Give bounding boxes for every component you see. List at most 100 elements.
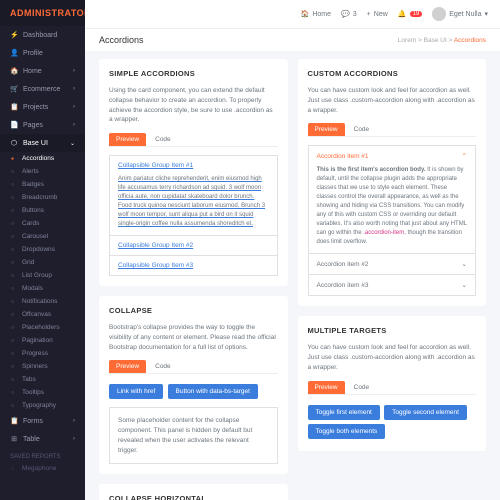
- brand-logo: ADMINISTRATOR: [0, 0, 85, 26]
- topbar-new[interactable]: +New: [367, 11, 388, 18]
- sub-breadcrumb[interactable]: Breadcrumb: [0, 191, 85, 204]
- nav-icon: 👤: [10, 49, 18, 57]
- nav-label: Base UI: [23, 140, 48, 147]
- sub-grid[interactable]: Grid: [0, 256, 85, 269]
- home-icon: 🏠: [301, 10, 310, 18]
- chevron-down-icon: ▾: [484, 10, 488, 18]
- toggle-first-button[interactable]: Toggle first element: [308, 405, 380, 420]
- card-desc: Using the card component, you can extend…: [109, 86, 278, 125]
- sub-modals[interactable]: Modals: [0, 282, 85, 295]
- sub-buttons[interactable]: Buttons: [0, 204, 85, 217]
- accordion-item-3[interactable]: Collapsible Group Item #3: [109, 255, 278, 276]
- nav-icon: ⊞: [10, 435, 18, 443]
- saved-reports-header: SAVED REPORTS: [0, 448, 85, 462]
- nav-dashboard[interactable]: ⚡Dashboard: [0, 26, 85, 44]
- topbar-chat[interactable]: 💬3: [341, 10, 357, 18]
- tab-code[interactable]: Code: [347, 381, 377, 394]
- tab-preview[interactable]: Preview: [109, 133, 146, 146]
- accordion-item-2[interactable]: Collapsible Group Item #2: [109, 235, 278, 255]
- card-custom-accordions: CUSTOM ACCORDIONS You can have custom lo…: [298, 59, 487, 306]
- chevron-down-icon: ⌄: [462, 260, 467, 268]
- sub-list-group[interactable]: List Group: [0, 269, 85, 282]
- nav-pages[interactable]: 📄Pages›: [0, 116, 85, 134]
- card-desc: Bootstrap's collapse provides the way to…: [109, 323, 278, 352]
- accordion-body: This is the first item's accordion body.…: [317, 160, 468, 247]
- custom-accordion-item-1[interactable]: Accordion item #1⌃ This is the first ite…: [308, 145, 477, 253]
- card-desc: You can have custom look and feel for ac…: [308, 343, 477, 372]
- sub-badges[interactable]: Badges: [0, 178, 85, 191]
- topbar-home[interactable]: 🏠Home: [301, 10, 331, 18]
- card-title: SIMPLE ACCORDIONS: [109, 69, 278, 78]
- crumb[interactable]: Lorem: [398, 37, 416, 44]
- base-ui-icon: ⬡: [10, 139, 18, 147]
- sub-dropdowns[interactable]: Dropdowns: [0, 243, 85, 256]
- nav-forms[interactable]: 📋Forms›: [0, 412, 85, 430]
- tab-preview[interactable]: Preview: [109, 360, 146, 373]
- card-title: COLLAPSE HORIZONTAL: [109, 494, 278, 500]
- card-collapse-horizontal: COLLAPSE HORIZONTAL The collapse plugin …: [99, 484, 288, 500]
- card-simple-accordions: SIMPLE ACCORDIONS Using the card compone…: [99, 59, 288, 286]
- crumb-current: Accordions: [454, 37, 486, 44]
- custom-accordion-item-3[interactable]: Accordion item #3⌄: [308, 274, 477, 296]
- sub-pagination[interactable]: Pagination: [0, 334, 85, 347]
- accordion-body: Anim pariatur cliche reprehenderit, enim…: [118, 169, 269, 229]
- plus-icon: +: [367, 11, 371, 18]
- chevron-right-icon: ›: [73, 418, 75, 424]
- sub-placeholders[interactable]: Placeholders: [0, 321, 85, 334]
- nav-icon: ⚡: [10, 31, 18, 39]
- nav-icon: 📄: [10, 121, 18, 129]
- custom-accordion-item-2[interactable]: Accordion item #2⌄: [308, 253, 477, 274]
- tab-code[interactable]: Code: [148, 360, 178, 373]
- toggle-both-button[interactable]: Toggle both elements: [308, 424, 386, 439]
- sub-notifications[interactable]: Notifications: [0, 295, 85, 308]
- nav-projects[interactable]: 📋Projects›: [0, 98, 85, 116]
- notif-badge: 19: [410, 11, 423, 17]
- tab-code[interactable]: Code: [148, 133, 178, 146]
- sub-cards[interactable]: Cards: [0, 217, 85, 230]
- nav-base-ui[interactable]: ⬡ Base UI ⌄: [0, 134, 85, 152]
- card-title: COLLAPSE: [109, 306, 278, 315]
- chevron-right-icon: ›: [73, 104, 75, 110]
- accordion-item-1[interactable]: Collapsible Group Item #1 Anim pariatur …: [109, 155, 278, 235]
- sub-carousel[interactable]: Carousel: [0, 230, 85, 243]
- saved-item[interactable]: Megaphone: [0, 462, 85, 475]
- nav-table[interactable]: ⊞Table›: [0, 430, 85, 448]
- bs-target-button[interactable]: Button with data-bs-target: [168, 384, 258, 399]
- chevron-down-icon: ⌄: [462, 281, 467, 289]
- card-multiple-targets: MULTIPLE TARGETS You can have custom loo…: [298, 316, 487, 450]
- breadcrumb: Lorem > Base UI > Accordions: [398, 37, 486, 44]
- collapse-well: Some placeholder content for the collaps…: [109, 407, 278, 464]
- crumb[interactable]: Base UI: [424, 37, 447, 44]
- sub-tooltips[interactable]: Tooltips: [0, 386, 85, 399]
- nav-home[interactable]: 🏠Home›: [0, 62, 85, 80]
- topbar-bell[interactable]: 🔔19: [398, 10, 422, 18]
- nav-icon: 📋: [10, 417, 18, 425]
- tab-preview[interactable]: Preview: [308, 381, 345, 394]
- topbar: 🏠Home 💬3 +New 🔔19 Eget Nulla▾: [85, 0, 500, 28]
- bell-icon: 🔔: [398, 10, 407, 18]
- nav-icon: 📋: [10, 103, 18, 111]
- chevron-up-icon: ⌃: [462, 152, 467, 160]
- chevron-right-icon: ›: [73, 436, 75, 442]
- chat-icon: 💬: [341, 10, 350, 18]
- card-title: MULTIPLE TARGETS: [308, 326, 477, 335]
- tab-code[interactable]: Code: [347, 123, 377, 136]
- sub-accordions[interactable]: Accordions: [0, 152, 85, 165]
- nav-ecommerce[interactable]: 🛒Ecommerce›: [0, 80, 85, 98]
- page-title: Accordions: [99, 35, 144, 45]
- chevron-right-icon: ›: [73, 86, 75, 92]
- tab-preview[interactable]: Preview: [308, 123, 345, 136]
- sub-progress[interactable]: Progress: [0, 347, 85, 360]
- sub-tabs[interactable]: Tabs: [0, 373, 85, 386]
- sub-offcanvas[interactable]: Offcanvas: [0, 308, 85, 321]
- toggle-second-button[interactable]: Toggle second element: [384, 405, 467, 420]
- nav-icon: 🏠: [10, 67, 18, 75]
- topbar-user[interactable]: Eget Nulla▾: [432, 7, 488, 21]
- link-href-button[interactable]: Link with href: [109, 384, 163, 399]
- avatar: [432, 7, 446, 21]
- nav-profile[interactable]: 👤Profile: [0, 44, 85, 62]
- sub-alerts[interactable]: Alerts: [0, 165, 85, 178]
- sub-spinners[interactable]: Spinners: [0, 360, 85, 373]
- card-collapse: COLLAPSE Bootstrap's collapse provides t…: [99, 296, 288, 474]
- sub-typography[interactable]: Typography: [0, 399, 85, 412]
